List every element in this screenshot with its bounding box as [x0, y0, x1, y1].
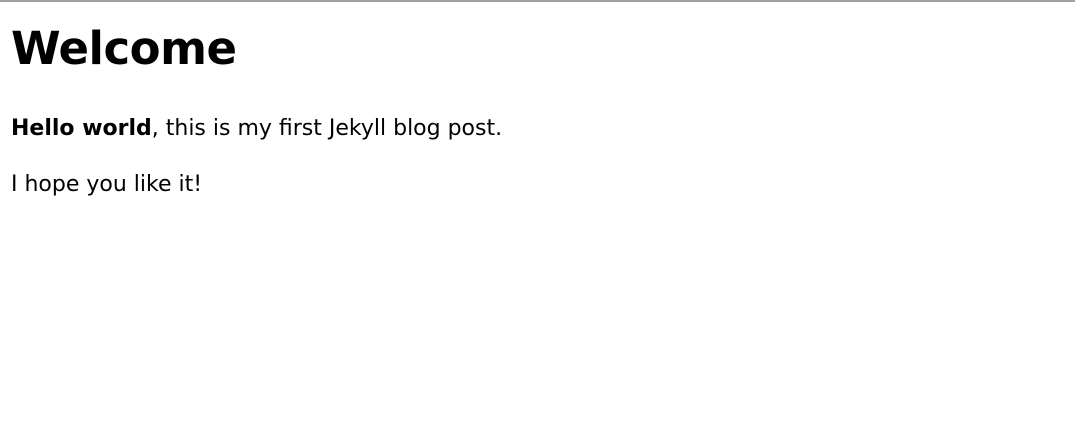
- intro-text: , this is my first Jekyll blog post.: [151, 116, 503, 141]
- intro-paragraph: Hello world, this is my first Jekyll blo…: [11, 115, 1075, 143]
- page-title: Welcome: [11, 22, 237, 75]
- post-content: Welcome Hello world, this is my first Je…: [11, 0, 1075, 199]
- bold-greeting: Hello world: [11, 116, 152, 141]
- closing-paragraph: I hope you like it!: [11, 172, 203, 197]
